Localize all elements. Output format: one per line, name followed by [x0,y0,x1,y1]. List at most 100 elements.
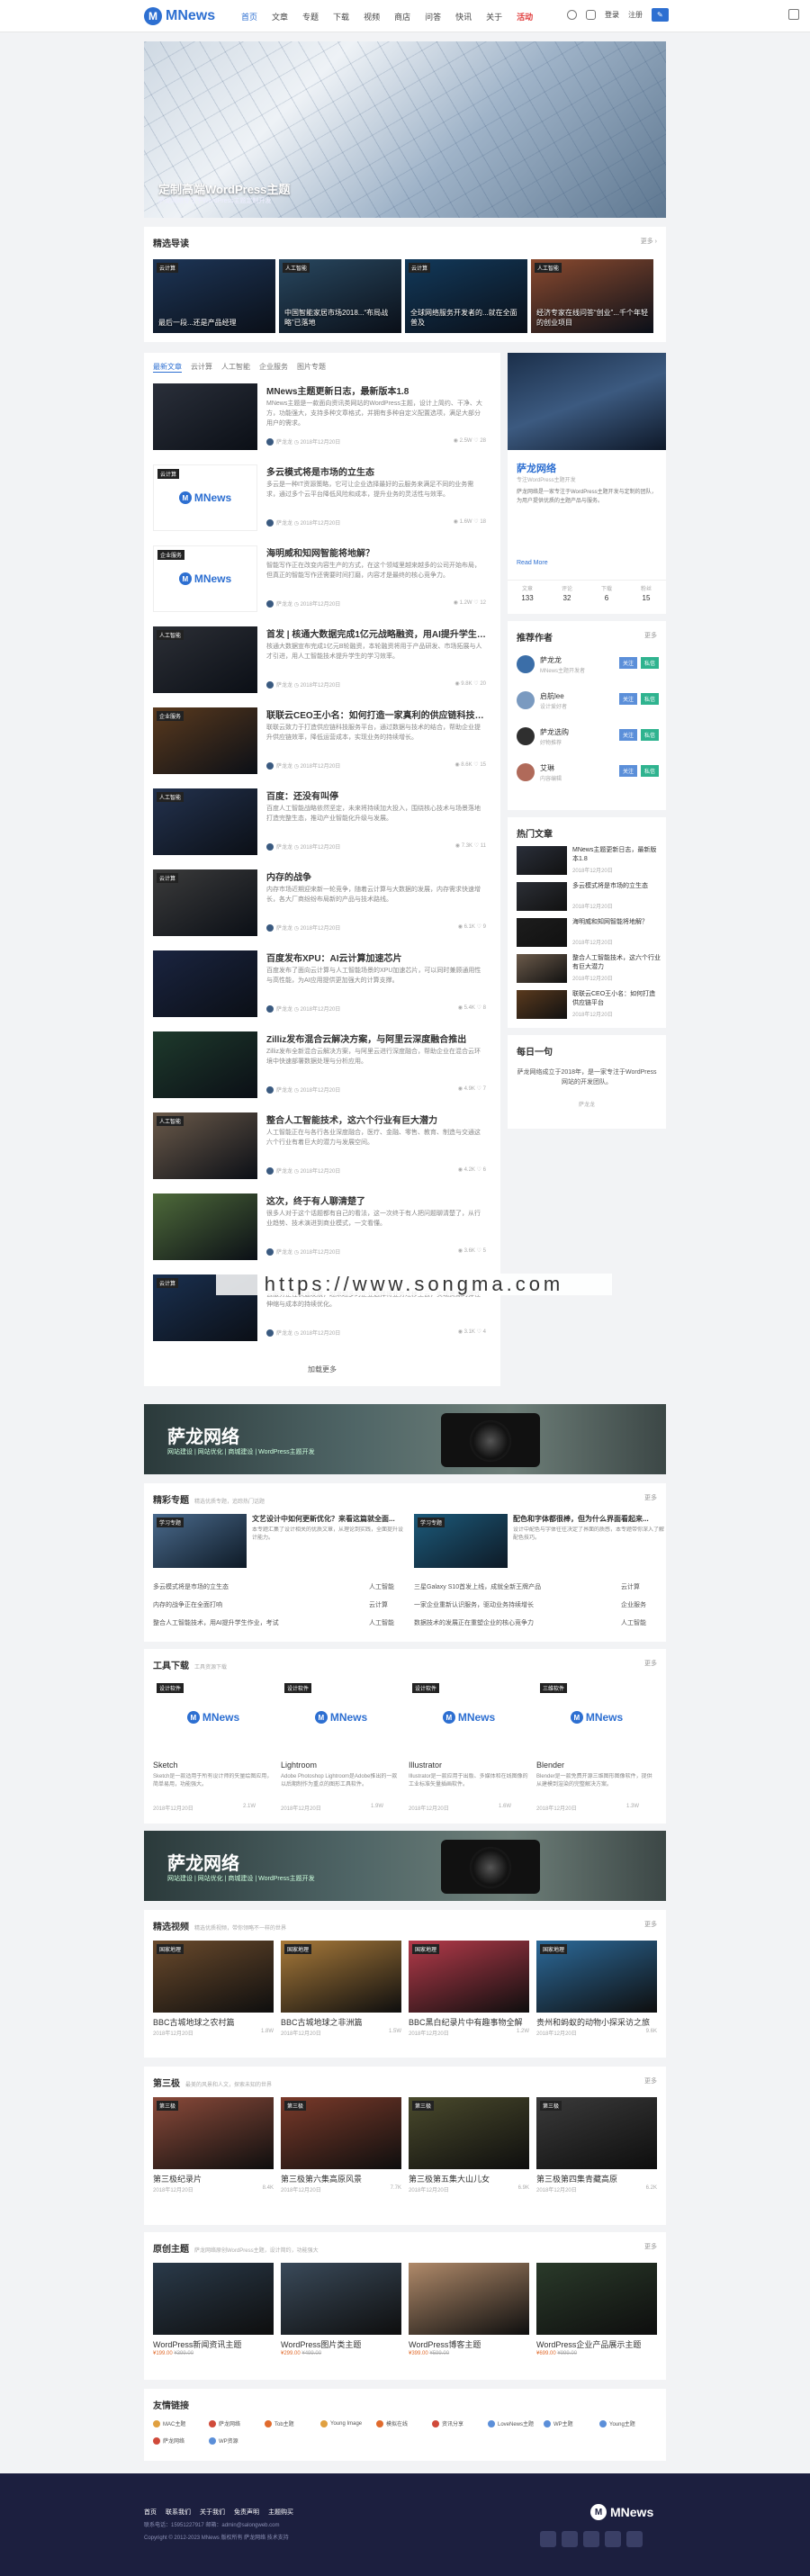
photos-thumbnail[interactable]: 第三极 [409,2097,529,2169]
nav-item[interactable]: 专题 [302,11,319,23]
author-avatar[interactable] [266,1248,274,1256]
article-author[interactable]: 萨龙龙 [276,764,292,770]
wechat-icon[interactable] [562,2531,578,2547]
search-icon[interactable] [567,10,577,20]
hot-article[interactable]: 整合人工智能技术，这六个行业有巨大潜力 2018年12月20日 [517,954,661,985]
hot-title[interactable]: 海明威和知网智能将地解？ [572,918,661,936]
article-thumbnail[interactable] [153,1193,257,1260]
friend-link[interactable]: 萨龙网络 [153,2436,209,2445]
article-thumbnail[interactable]: 人工智能 [153,1112,257,1179]
follow-button[interactable]: 关注 [619,657,638,669]
tool-name[interactable]: Sketch [153,1761,178,1770]
nav-item[interactable]: 首页 [241,11,257,23]
author-avatar[interactable] [266,762,274,770]
article-author[interactable]: 萨龙龙 [276,1088,292,1094]
article-title[interactable]: 多云模式将是市场的立生态 [266,464,486,478]
article-author[interactable]: 萨龙龙 [276,1250,292,1256]
article-author[interactable]: 萨龙龙 [276,440,292,446]
chat-icon[interactable] [586,10,596,20]
featured-card[interactable]: 云计算 全球网络服务开发者的...就在全面普及 [405,259,527,333]
friend-link[interactable]: 资讯分享 [432,2419,488,2427]
hot-article[interactable]: 海明威和知网智能将地解？ 2018年12月20日 [517,918,661,949]
article-title[interactable]: 首发 | 核通大数据完成1亿元战略融资，用AI提升学生作业、考试… [266,626,486,640]
hot-thumbnail[interactable] [517,990,567,1019]
friend-link[interactable]: LoveNews主题 [488,2419,544,2427]
hot-thumbnail[interactable] [517,954,567,983]
article-thumbnail[interactable]: 企业服务 [153,707,257,774]
article-title[interactable]: Zilliz发布混合云解决方案，与阿里云深度融合推出 [266,1031,486,1045]
hot-article[interactable]: MNews主题更新日志，最新版本1.8 2018年12月20日 [517,846,661,877]
article-thumbnail[interactable]: 人工智能 [153,626,257,693]
videos-thumbnail[interactable]: 国家地理 [409,1941,529,2013]
nav-item[interactable]: 商店 [394,11,410,23]
follow-button[interactable]: 关注 [619,729,638,741]
nav-item[interactable]: 活动 [517,11,533,23]
friend-link[interactable]: 萨龙网络 [209,2419,265,2427]
hot-thumbnail[interactable] [517,918,567,947]
tool-name[interactable]: Blender [536,1761,564,1770]
videos-title[interactable]: BBC黑白纪录片中有趣事物全解 [409,2016,529,2028]
hero-banner[interactable]: 定制高端WordPress主题 萨龙网络专注于WordPress主题定制开发 [144,41,666,218]
article-thumbnail[interactable]: 人工智能 [153,788,257,855]
topics-more-link[interactable]: 更多 [644,1493,657,1502]
themes-title[interactable]: WordPress新闻资讯主题 [153,2338,274,2350]
article-title[interactable]: MNews主题更新日志，最新版本1.8 [266,383,486,397]
themes-title[interactable]: WordPress企业产品展示主题 [536,2338,657,2350]
article-title[interactable]: 百度：还没有叫停 [266,788,486,802]
hot-title[interactable]: 多云模式将是市场的立生态 [572,882,661,900]
footer-link[interactable]: 主题购买 [268,2508,293,2517]
topic-link[interactable]: 数据技术的发展正在重塑企业的核心竞争力 [414,1618,534,1627]
tab-4[interactable]: 图片专题 [297,362,326,373]
themes-title[interactable]: WordPress图片类主题 [281,2338,401,2350]
ad-banner[interactable]: 萨龙网络 网站建设 | 网站优化 | 商城建设 | WordPress主题开发 [144,1404,666,1474]
hot-thumbnail[interactable] [517,846,567,875]
featured-card[interactable]: 人工智能 中国智能家居市场2018...“布局战略”已落地 [279,259,401,333]
author-avatar[interactable] [266,843,274,851]
author-avatar[interactable] [266,1005,274,1013]
article-author[interactable]: 萨龙龙 [276,1331,292,1337]
footer-link[interactable]: 免责声明 [234,2508,259,2517]
qq-icon[interactable] [583,2531,599,2547]
nav-item[interactable]: 文章 [272,11,288,23]
author-avatar[interactable] [266,1167,274,1175]
featured-more-link[interactable]: 更多 › [641,237,657,246]
themes-thumbnail[interactable] [536,2263,657,2335]
videos-title[interactable]: BBC古城地球之非洲篇 [281,2016,401,2028]
hot-article[interactable]: 多云模式将是市场的立生态 2018年12月20日 [517,882,661,913]
photos-title[interactable]: 第三极纪录片 [153,2173,274,2184]
tools-more-link[interactable]: 更多 [644,1659,657,1668]
follow-button[interactable]: 关注 [619,765,638,777]
tool-name[interactable]: Lightroom [281,1761,317,1770]
article-thumbnail[interactable]: 云计算 [153,869,257,936]
message-button[interactable]: 私信 [641,765,660,777]
article-item[interactable]: Zilliz发布混合云解决方案，与阿里云深度融合推出 Zilliz发布全新混合云解… [153,1031,486,1107]
author-avatar[interactable] [517,763,535,781]
message-button[interactable]: 私信 [641,657,660,669]
footer-link[interactable]: 关于我们 [200,2508,225,2517]
follow-button[interactable]: 关注 [619,693,638,705]
photos-more-link[interactable]: 更多 [644,2076,657,2085]
tab-3[interactable]: 企业服务 [259,362,288,373]
friend-link[interactable]: Tob主题 [265,2419,320,2427]
article-thumbnail[interactable] [153,1031,257,1098]
themes-thumbnail[interactable] [281,2263,401,2335]
article-thumbnail[interactable] [153,950,257,1017]
nav-item[interactable]: 下载 [333,11,349,23]
tool-thumbnail[interactable]: M MNews 三维软件 [536,1680,657,1755]
author-avatar[interactable] [517,655,535,673]
article-item[interactable]: M MNews 企业服务 海明威和知网智能将地解？ 智能写作正在改变内容生产的方式，在这… [153,545,486,621]
tool-thumbnail[interactable]: M MNews 设计软件 [409,1680,529,1755]
nav-item[interactable]: 关于 [486,11,502,23]
article-thumbnail[interactable] [153,383,257,450]
topic-thumbnail[interactable]: 学习专题 [414,1514,508,1568]
load-more-button[interactable]: 加载更多 [144,1365,500,1374]
profile-read-more[interactable]: Read More [517,560,548,566]
article-thumbnail[interactable]: M MNews 云计算 [153,464,257,531]
themes-more-link[interactable]: 更多 [644,2242,657,2251]
friend-link[interactable]: WP主题 [544,2419,599,2427]
photos-title[interactable]: 第三极第五集大山儿女 [409,2173,529,2184]
videos-title[interactable]: BBC古城地球之农村篇 [153,2016,274,2028]
tool-thumbnail[interactable]: M MNews 设计软件 [281,1680,401,1755]
topic-title[interactable]: 配色和字体都很棒，但为什么界面看起来... [513,1514,664,1524]
photos-thumbnail[interactable]: 第三极 [536,2097,657,2169]
